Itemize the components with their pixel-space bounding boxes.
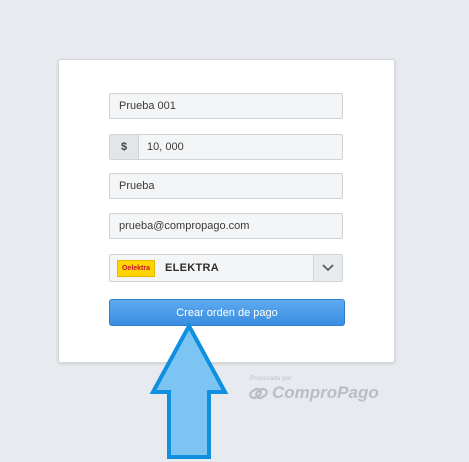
elektra-logo: Oelektra — [117, 259, 155, 277]
store-select[interactable]: Oelektra ELEKTRA — [109, 254, 343, 282]
email-field[interactable]: prueba@compropago.com — [109, 213, 343, 239]
email-value: prueba@compropago.com — [119, 220, 250, 232]
name-field[interactable]: Prueba — [109, 173, 343, 199]
amount-field[interactable]: $ 10, 000 — [109, 134, 343, 160]
concept-field[interactable]: Prueba 001 — [109, 93, 343, 119]
compropago-logo-icon — [249, 387, 268, 400]
store-select-value: ELEKTRA — [165, 262, 220, 274]
up-arrow-icon — [149, 322, 229, 459]
processed-by-caption: Procesado por: — [250, 376, 294, 382]
payment-form-card: Prueba 001 $ 10, 000 Prueba prueba@compr… — [58, 59, 395, 363]
concept-value: Prueba 001 — [119, 100, 176, 112]
compropago-wordmark: ComproPago — [272, 383, 379, 402]
compropago-branding: Procesado por: ComproPago — [248, 376, 379, 403]
chevron-down-icon[interactable] — [313, 255, 342, 281]
name-value: Prueba — [119, 180, 155, 192]
currency-prefix: $ — [110, 135, 139, 159]
amount-value: 10, 000 — [147, 141, 184, 153]
